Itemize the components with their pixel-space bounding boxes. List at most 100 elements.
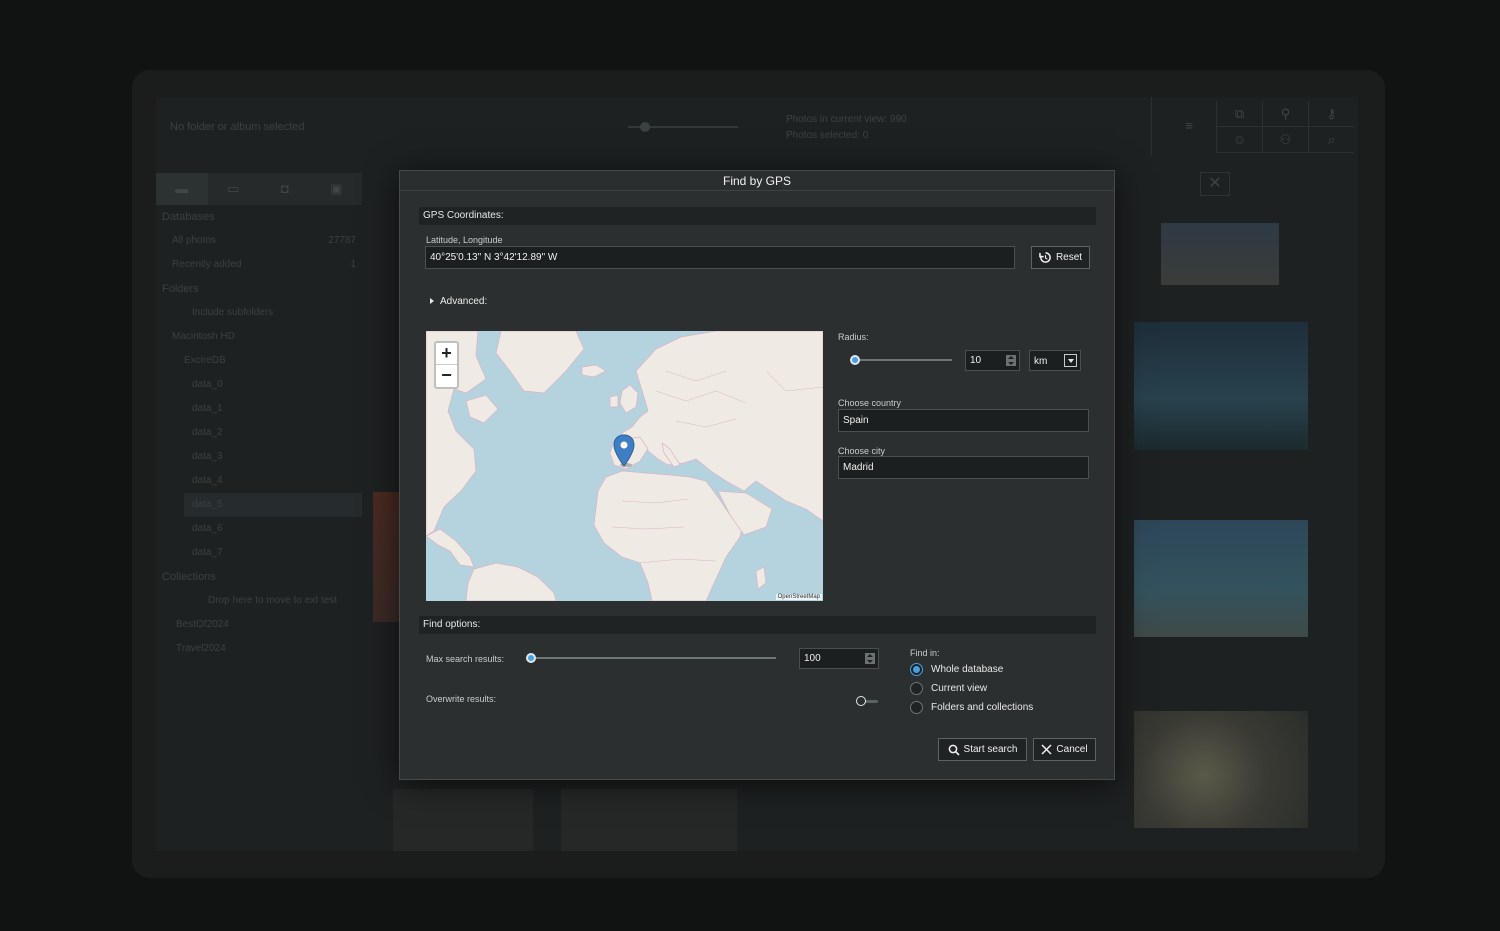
latlon-field[interactable]: 40°25'0.13" N 3°42'12.89" W: [425, 246, 1015, 269]
gps-section-header: GPS Coordinates:: [419, 207, 1096, 225]
country-field[interactable]: Spain: [838, 409, 1089, 432]
recently-added-item[interactable]: Recently added 1: [156, 253, 362, 277]
max-results-slider-handle[interactable]: [526, 653, 536, 663]
advanced-expand-icon[interactable]: [430, 298, 434, 304]
chevron-down-icon[interactable]: [1064, 354, 1077, 367]
max-results-slider-track[interactable]: [530, 657, 776, 659]
find-in-current-view[interactable]: Current view: [910, 680, 987, 696]
photo-thumbnail[interactable]: [373, 492, 399, 622]
include-subfolders-toggle[interactable]: Include subfolders: [156, 301, 362, 325]
people-icon[interactable]: ⚇: [1262, 127, 1308, 153]
folder-item[interactable]: data_4: [156, 469, 362, 493]
folder-item[interactable]: data_7: [156, 541, 362, 565]
photo-thumbnail[interactable]: [1161, 223, 1279, 285]
duplicates-icon[interactable]: ⧉: [1216, 101, 1262, 127]
reset-label: Reset: [1055, 252, 1083, 263]
city-label: Choose city: [838, 446, 886, 456]
search-icon: [948, 744, 960, 756]
close-icon: [1041, 744, 1052, 755]
max-results-spinbox[interactable]: 100: [799, 648, 879, 669]
map-zoom-control: + −: [434, 341, 459, 389]
spinbox-arrows-icon[interactable]: [1006, 355, 1016, 366]
all-photos-item[interactable]: All photos 27787: [156, 229, 362, 253]
background-title: No folder or album selected: [170, 121, 305, 133]
map-view[interactable]: + − OpenStreetMap: [426, 331, 823, 601]
face-icon[interactable]: ☺: [1216, 127, 1262, 153]
photo-thumbnail[interactable]: [1134, 322, 1308, 450]
photo-thumbnail[interactable]: [561, 789, 737, 851]
folder-item[interactable]: data_2: [156, 421, 362, 445]
tool-panel: ≡ ⧉ ⚲ ⚷ ☺ ⚇ ⌕: [1151, 97, 1357, 155]
radius-label: Radius:: [838, 332, 869, 342]
latlon-label: Latitude, Longitude: [426, 235, 503, 245]
spinbox-arrows-icon[interactable]: [865, 653, 875, 664]
photos-in-view-stat: Photos in current view: 990: [786, 114, 907, 125]
radio-checked-icon[interactable]: [910, 662, 923, 676]
key-icon[interactable]: ⚷: [1308, 101, 1354, 127]
recently-added-label: Recently added: [172, 259, 242, 270]
photo-thumbnail[interactable]: [1134, 711, 1308, 828]
radius-unit-select[interactable]: km: [1029, 350, 1081, 371]
find-in-label: Find in:: [910, 648, 940, 658]
max-results-label: Max search results:: [426, 654, 505, 664]
drive-item[interactable]: Macintosh HD: [156, 325, 362, 349]
overwrite-toggle[interactable]: [856, 696, 878, 706]
tab-people-icon[interactable]: ▭: [208, 173, 260, 205]
collection-item[interactable]: BestOf2024: [156, 613, 362, 637]
zoom-out-button[interactable]: −: [436, 365, 457, 387]
radio-unchecked-icon[interactable]: [910, 681, 923, 695]
photo-thumbnail[interactable]: [393, 789, 533, 851]
all-photos-count: 27787: [328, 235, 356, 246]
root-folder-item[interactable]: ExcireDB: [156, 349, 362, 373]
city-field[interactable]: Madrid: [838, 456, 1089, 479]
country-label: Choose country: [838, 398, 902, 408]
radius-slider-handle[interactable]: [850, 355, 860, 365]
background-toolbar: No folder or album selected Photos in cu…: [156, 97, 1358, 157]
start-search-button[interactable]: Start search: [938, 738, 1027, 761]
find-in-whole-database[interactable]: Whole database: [910, 661, 1003, 677]
cancel-button[interactable]: Cancel: [1033, 738, 1096, 761]
advanced-toggle[interactable]: Advanced:: [440, 296, 487, 307]
tab-camera-icon[interactable]: ◘: [259, 173, 311, 205]
radius-slider-track[interactable]: [852, 359, 952, 361]
radius-unit-value: km: [1034, 356, 1048, 367]
radius-spinbox[interactable]: 10: [965, 350, 1020, 371]
search-tool-icon[interactable]: ⌕: [1308, 127, 1354, 153]
map-pin-icon[interactable]: [613, 434, 635, 468]
radius-value: 10: [970, 355, 982, 366]
databases-header[interactable]: Databases: [156, 205, 362, 229]
location-icon[interactable]: ⚲: [1262, 101, 1308, 127]
folder-item[interactable]: data_0: [156, 373, 362, 397]
folder-item[interactable]: data_6: [156, 517, 362, 541]
radio-label: Folders and collections: [931, 701, 1034, 713]
find-options-header: Find options:: [419, 616, 1096, 634]
folder-item[interactable]: data_3: [156, 445, 362, 469]
folders-header[interactable]: Folders: [156, 277, 362, 301]
tab-folders-icon[interactable]: ▬: [156, 173, 208, 205]
cancel-label: Cancel: [1056, 744, 1088, 755]
find-in-folders-collections[interactable]: Folders and collections: [910, 699, 1033, 715]
edit-list-icon[interactable]: ≡: [1166, 113, 1212, 139]
folder-item[interactable]: data_1: [156, 397, 362, 421]
photo-thumbnail[interactable]: [1134, 520, 1308, 637]
reset-icon: [1039, 252, 1051, 263]
reset-button[interactable]: Reset: [1031, 246, 1090, 269]
dialog-title: Find by GPS: [400, 171, 1114, 191]
map-attribution[interactable]: OpenStreetMap: [775, 594, 822, 600]
radio-label: Current view: [931, 682, 988, 694]
thumbnail-size-slider[interactable]: [628, 122, 738, 132]
folder-item-selected[interactable]: data_5: [184, 493, 362, 517]
start-search-label: Start search: [963, 744, 1018, 755]
tab-collections-icon[interactable]: ▣: [311, 173, 363, 205]
radio-label: Whole database: [931, 663, 1004, 675]
radio-unchecked-icon[interactable]: [910, 700, 923, 714]
collection-item[interactable]: Travel2024: [156, 637, 362, 661]
overwrite-label: Overwrite results:: [426, 694, 497, 704]
close-icon[interactable]: ✕: [1200, 172, 1230, 196]
drop-hint: Drop here to move to ext test: [208, 595, 337, 606]
max-results-value: 100: [804, 653, 821, 664]
zoom-in-button[interactable]: +: [436, 343, 457, 365]
all-photos-label: All photos: [172, 235, 216, 246]
collections-header[interactable]: Collections: [156, 565, 362, 589]
toggle-knob: [856, 696, 866, 706]
